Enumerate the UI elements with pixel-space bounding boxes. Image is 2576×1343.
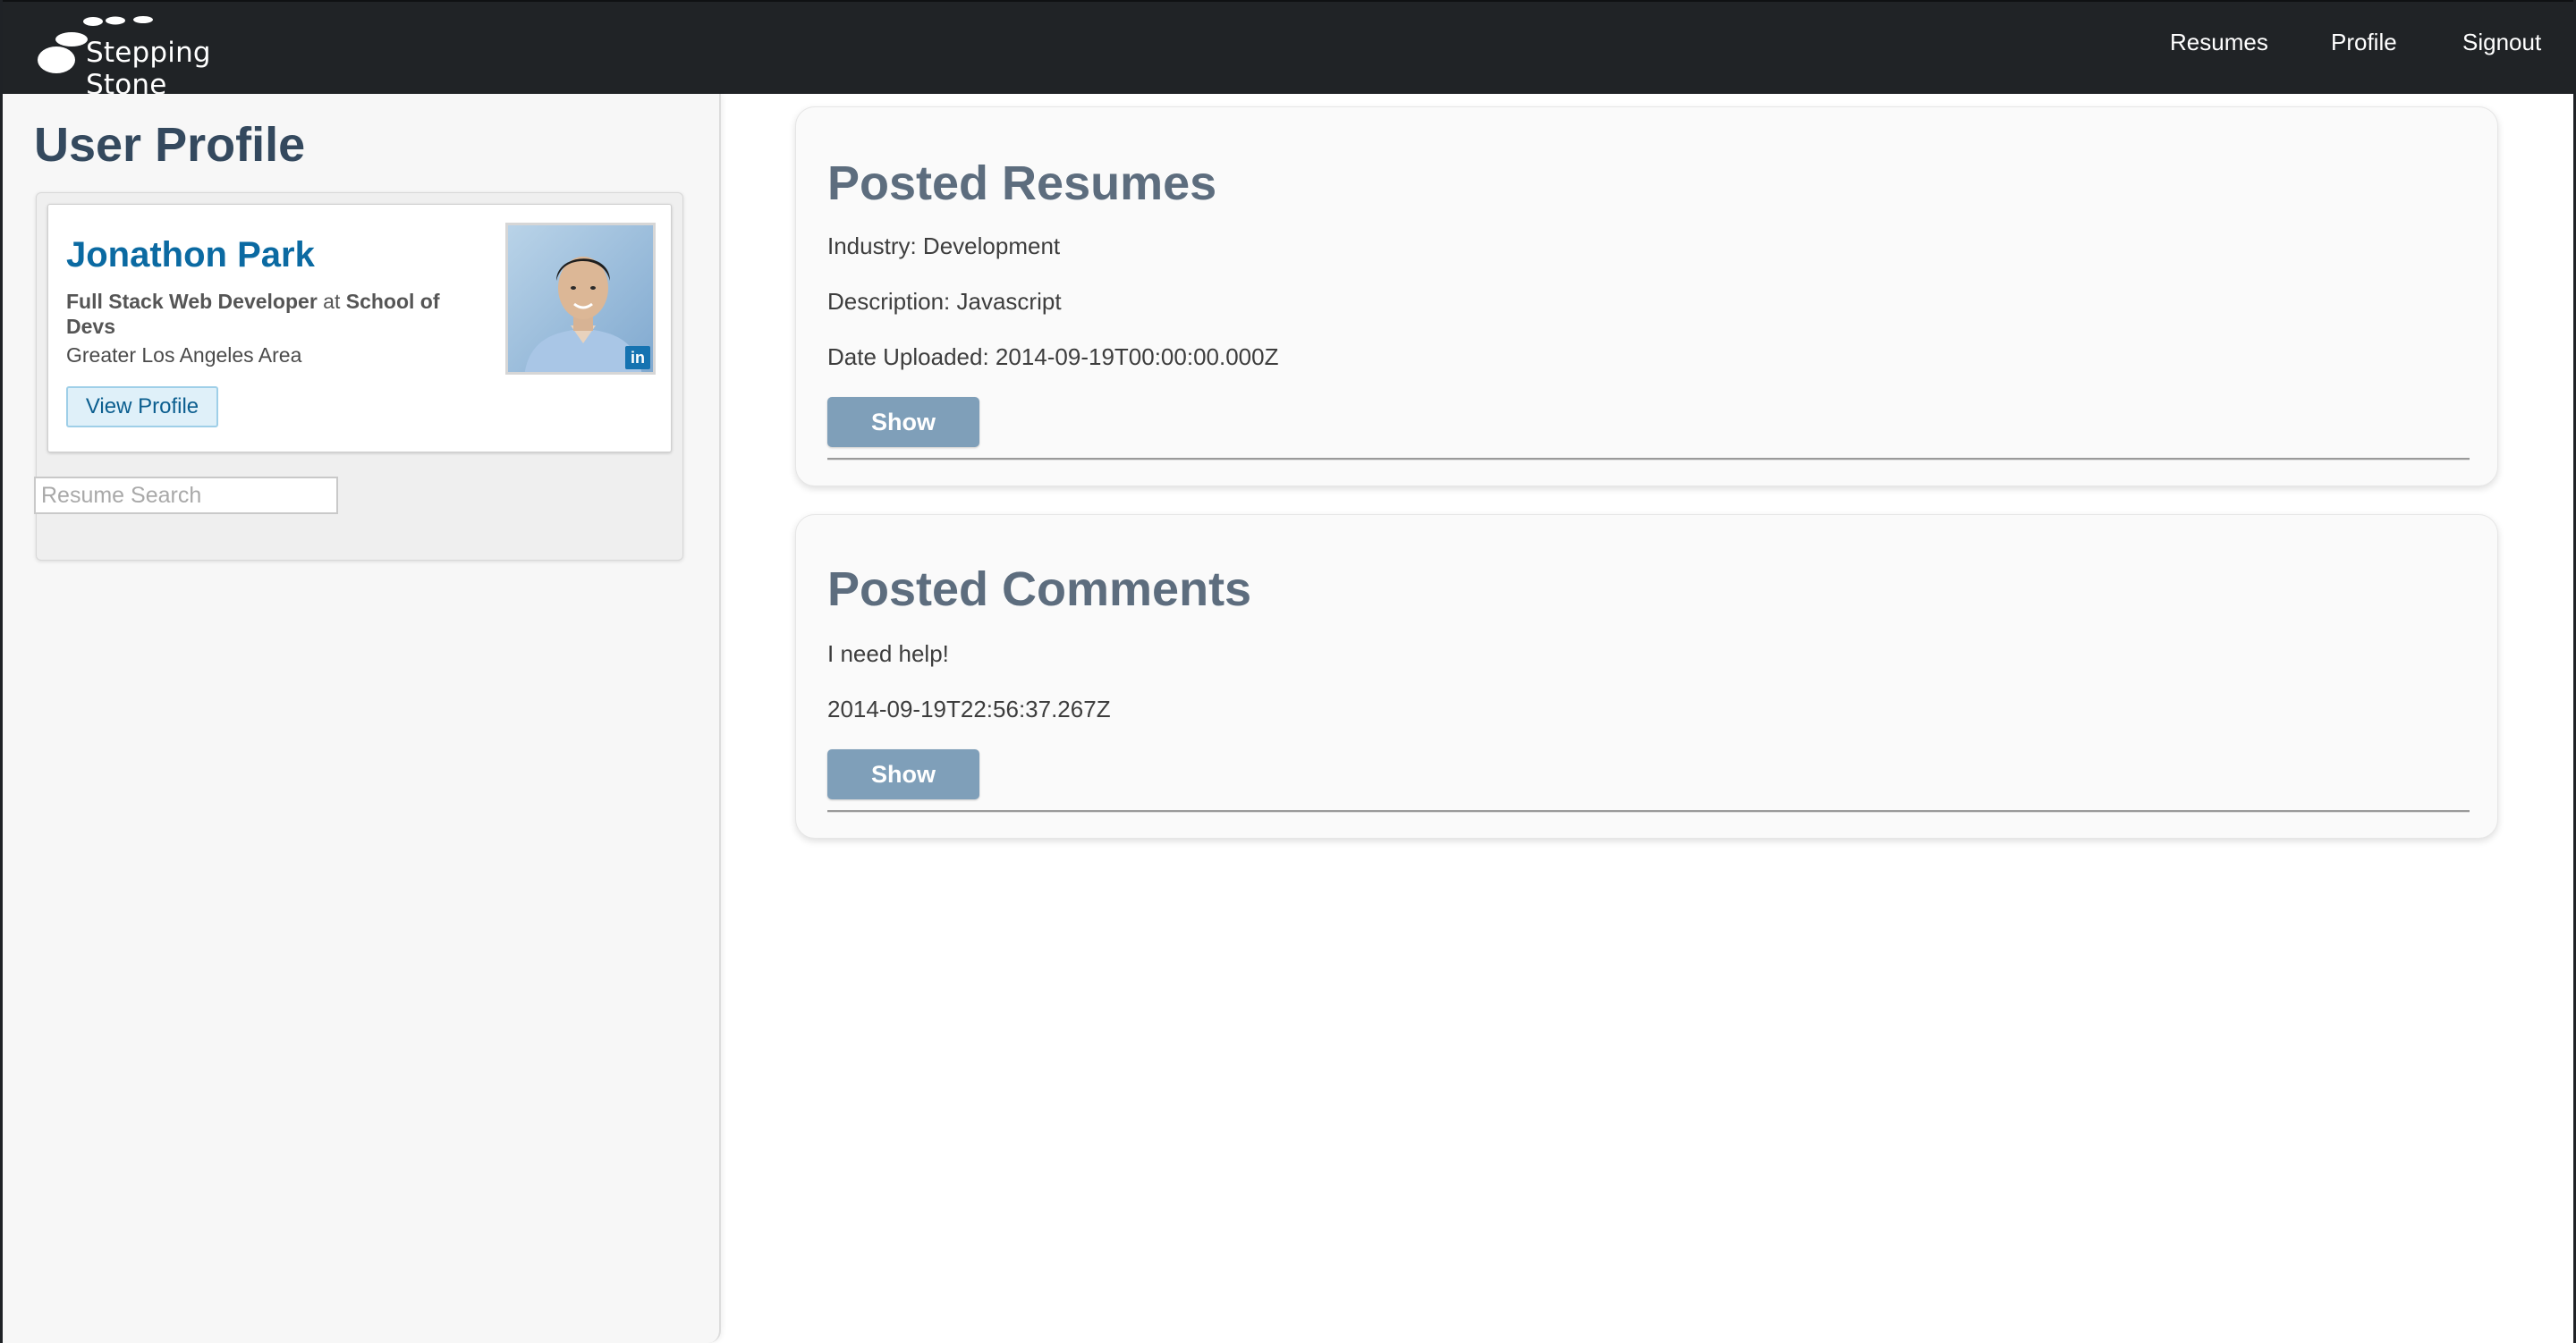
brand-name: Stepping Stone bbox=[86, 37, 211, 101]
comment-divider bbox=[827, 810, 2470, 813]
resume-industry: Industry: Development bbox=[827, 232, 1061, 259]
resume-description: Description: Javascript bbox=[827, 288, 1062, 315]
nav-link-profile[interactable]: Profile bbox=[2331, 29, 2397, 56]
page-title: User Profile bbox=[34, 118, 306, 172]
top-navbar: Stepping Stone Resumes Profile Signout bbox=[0, 0, 2576, 101]
posted-resumes-panel: Posted Resumes Industry: Development Des… bbox=[795, 106, 2498, 486]
resume-date-uploaded: Date Uploaded: 2014-09-19T00:00:00.000Z bbox=[827, 343, 1279, 370]
sidebar: User Profile Jonathon Park Full Stack We… bbox=[0, 94, 721, 1343]
profile-role: Full Stack Web Developer bbox=[66, 290, 318, 313]
nav-link-signout[interactable]: Signout bbox=[2462, 29, 2541, 56]
profile-name[interactable]: Jonathon Park bbox=[66, 235, 315, 275]
comment-text: I need help! bbox=[827, 640, 949, 667]
linkedin-icon: in bbox=[625, 346, 650, 369]
profile-photo[interactable]: in bbox=[505, 223, 656, 375]
profile-card: Jonathon Park Full Stack Web Developer a… bbox=[47, 204, 672, 452]
posted-comments-heading: Posted Comments bbox=[827, 562, 1252, 616]
posted-comments-panel: Posted Comments I need help! 2014-09-19T… bbox=[795, 514, 2498, 839]
resume-search-input[interactable] bbox=[34, 477, 338, 514]
show-comment-button[interactable]: Show bbox=[827, 749, 979, 799]
resume-divider bbox=[827, 458, 2470, 460]
profile-location: Greater Los Angeles Area bbox=[66, 343, 302, 367]
nav-link-resumes[interactable]: Resumes bbox=[2170, 29, 2268, 56]
profile-connector: at bbox=[323, 290, 341, 313]
view-profile-button[interactable]: View Profile bbox=[66, 386, 218, 427]
brand-logo-link[interactable]: Stepping Stone bbox=[36, 14, 286, 101]
profile-headline: Full Stack Web Developer at School of De… bbox=[66, 289, 487, 339]
posted-resumes-heading: Posted Resumes bbox=[827, 156, 1217, 210]
comment-timestamp: 2014-09-19T22:56:37.267Z bbox=[827, 696, 1111, 722]
show-resume-button[interactable]: Show bbox=[827, 397, 979, 447]
